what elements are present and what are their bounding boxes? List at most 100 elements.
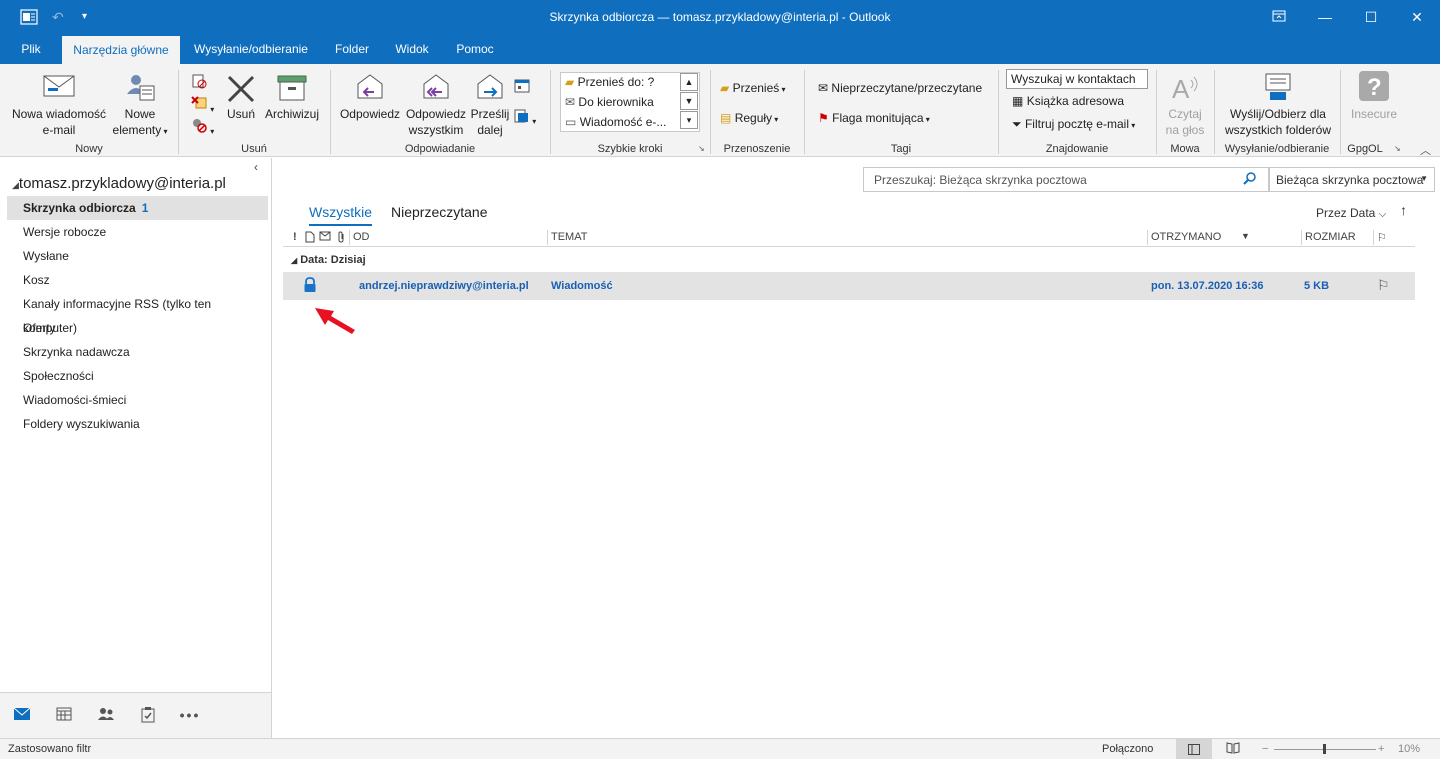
tab-view[interactable]: Widok	[386, 34, 438, 64]
delete-button[interactable]: Usuń	[222, 70, 260, 140]
new-email-icon	[43, 75, 75, 97]
followup-button[interactable]: ⚑ Flaga monitująca ▾	[818, 110, 930, 128]
group-label-tags: Tagi	[890, 143, 912, 155]
expand-gallery-icon[interactable]: ▾	[680, 111, 698, 129]
reply-button[interactable]: Odpowiedz	[338, 70, 402, 140]
ribbon-tabs: Plik Narzędzia główne Wysyłanie/odbieran…	[0, 34, 1440, 64]
zoom-in-icon[interactable]: +	[1378, 743, 1384, 755]
tab-send-receive[interactable]: Wysyłanie/odbieranie	[186, 34, 316, 64]
tab-unread[interactable]: Nieprzeczytane	[391, 204, 488, 220]
folder-social[interactable]: Społeczności	[7, 364, 268, 388]
chevron-up-icon[interactable]: ▲	[680, 73, 698, 91]
send-receive-all-button[interactable]: Wyślij/Odbierz dla wszystkich folderów	[1218, 70, 1338, 140]
close-button[interactable]: ✕	[1394, 0, 1440, 34]
search-icon[interactable]	[1243, 171, 1257, 188]
minimize-button[interactable]: —	[1302, 0, 1348, 34]
ribbon: Nowa wiadomość e-mail Nowe elementy ▾ No…	[0, 64, 1440, 157]
tab-folder[interactable]: Folder	[326, 34, 378, 64]
unread-read-button[interactable]: ✉ Nieprzeczytane/przeczytane	[818, 80, 982, 96]
reply-all-button[interactable]: Odpowiedz wszystkim	[404, 70, 468, 140]
column-icon[interactable]	[305, 231, 315, 246]
meeting-icon[interactable]	[514, 78, 530, 98]
sort-by-button[interactable]: Przez Data ⌵	[1316, 206, 1386, 220]
chevron-down-icon[interactable]: ▼	[680, 92, 698, 110]
people-icon[interactable]	[94, 707, 118, 727]
quick-step-to-manager[interactable]: ✉ Do kierownika	[565, 95, 654, 109]
filter-email-button[interactable]: ⏷ Filtruj pocztę e-mail ▾	[1012, 116, 1135, 134]
chevron-down-icon: ⌵	[1378, 209, 1387, 220]
group-label-send-receive: Wysyłanie/odbieranie	[1224, 143, 1330, 155]
quick-steps-scroll: ▲ ▼ ▾	[680, 72, 700, 132]
folder-junk[interactable]: Wiadomości-śmieci	[7, 388, 268, 412]
junk-icon[interactable]: ▾	[190, 116, 214, 140]
calendar-icon[interactable]	[52, 707, 76, 727]
zoom-slider-thumb[interactable]	[1323, 744, 1326, 754]
group-label-respond: Odpowiadanie	[404, 143, 476, 155]
sort-descending-icon: ▼	[1241, 231, 1250, 241]
more-modules-icon[interactable]: •••	[178, 707, 202, 727]
folder-drafts[interactable]: Wersje robocze	[7, 220, 268, 244]
collapse-ribbon-icon[interactable]: ︿	[1420, 142, 1431, 158]
search-input[interactable]: Przeszukaj: Bieżąca skrzynka pocztowa	[863, 167, 1269, 192]
column-importance[interactable]: !	[293, 231, 297, 243]
quick-step-email[interactable]: ▭ Wiadomość e-...	[565, 115, 666, 129]
delete-icon	[227, 75, 255, 103]
maximize-button[interactable]: ☐	[1348, 0, 1394, 34]
move-button[interactable]: ▰ Przenieś ▾	[720, 80, 786, 98]
insecure-button[interactable]: ? Insecure	[1346, 70, 1402, 140]
group-header[interactable]: ◢ Data: Dzisiaj	[291, 254, 366, 266]
folder-rss[interactable]: Kanały informacyjne RSS (tylko ten kompu…	[7, 292, 268, 335]
message-subject: Wiadomość	[551, 280, 613, 292]
ribbon-display-options-icon[interactable]	[1256, 0, 1302, 34]
question-icon: ?	[1359, 71, 1389, 101]
column-from[interactable]: OD	[353, 231, 370, 243]
folder-outbox[interactable]: Skrzynka nadawcza	[7, 340, 268, 364]
chevron-left-icon[interactable]: ‹	[254, 160, 258, 174]
folder-search-folders[interactable]: Foldery wyszukiwania	[7, 412, 268, 436]
folder-sent[interactable]: Wysłane	[7, 244, 268, 268]
dialog-launcher-icon[interactable]: ↘	[698, 144, 705, 153]
tab-home[interactable]: Narzędzia główne	[62, 36, 180, 64]
column-flag-icon[interactable]: ⚐	[1377, 231, 1387, 244]
tab-help[interactable]: Pomoc	[446, 34, 504, 64]
archive-button[interactable]: Archiwizuj	[262, 70, 322, 140]
dialog-launcher-icon[interactable]: ↘	[1394, 144, 1401, 153]
search-scope-select[interactable]: Bieżąca skrzynka pocztowa ▼	[1269, 167, 1435, 192]
flag-icon[interactable]: ⚐	[1377, 277, 1390, 294]
new-items-button[interactable]: Nowe elementy ▾	[112, 70, 168, 140]
rules-button[interactable]: ▤ Reguły ▾	[720, 110, 778, 128]
column-reminder[interactable]	[319, 231, 332, 245]
tab-file[interactable]: Plik	[8, 34, 54, 64]
folder-trash[interactable]: Kosz	[7, 268, 268, 292]
group-label-gpgol: GpgOL	[1347, 143, 1383, 155]
column-received[interactable]: OTRZYMANO	[1151, 231, 1221, 243]
zoom-level[interactable]: 10%	[1398, 743, 1420, 755]
ignore-icon[interactable]	[190, 72, 208, 94]
tasks-icon[interactable]	[136, 707, 160, 727]
read-aloud-button[interactable]: A Czytaj na głos	[1160, 70, 1210, 140]
folder-offers[interactable]: Oferty	[7, 316, 268, 340]
column-subject[interactable]: TEMAT	[551, 231, 587, 243]
column-attachment[interactable]	[337, 231, 345, 246]
new-email-button[interactable]: Nowa wiadomość e-mail	[8, 70, 110, 140]
forward-button[interactable]: Prześlij dalej	[470, 70, 510, 140]
clean-up-icon[interactable]: ▾	[190, 94, 214, 118]
sort-direction-icon[interactable]: ↑	[1400, 202, 1407, 218]
zoom-out-icon[interactable]: −	[1262, 743, 1268, 755]
column-size[interactable]: ROZMIAR	[1305, 231, 1356, 243]
title-bar: ↶ ▾ Skrzynka odbiorcza — tomasz.przyklad…	[0, 0, 1440, 34]
table-row[interactable]: andrzej.nieprawdziwy@interia.pl Wiadomoś…	[283, 272, 1415, 300]
account-header[interactable]: ◢tomasz.przykladowy@interia.pl	[12, 175, 226, 192]
search-contacts-input[interactable]: Wyszukaj w kontaktach	[1006, 69, 1148, 89]
quick-step-move-to[interactable]: ▰ Przenieś do: ?	[565, 75, 654, 89]
reading-view-icon[interactable]	[1226, 742, 1240, 757]
tab-all[interactable]: Wszystkie	[309, 204, 372, 226]
quick-steps-gallery: ▰ Przenieś do: ? ✉ Do kierownika ▭ Wiado…	[560, 72, 700, 132]
more-respond-icon[interactable]: ▾	[514, 108, 536, 130]
normal-view-button[interactable]	[1176, 739, 1212, 759]
window-title: Skrzynka odbiorcza — tomasz.przykladowy@…	[549, 10, 891, 24]
lock-icon	[303, 277, 317, 296]
folder-inbox[interactable]: Skrzynka odbiorcza 1	[7, 196, 268, 220]
address-book-button[interactable]: ▦ Książka adresowa	[1012, 93, 1124, 109]
mail-icon[interactable]	[10, 707, 34, 727]
